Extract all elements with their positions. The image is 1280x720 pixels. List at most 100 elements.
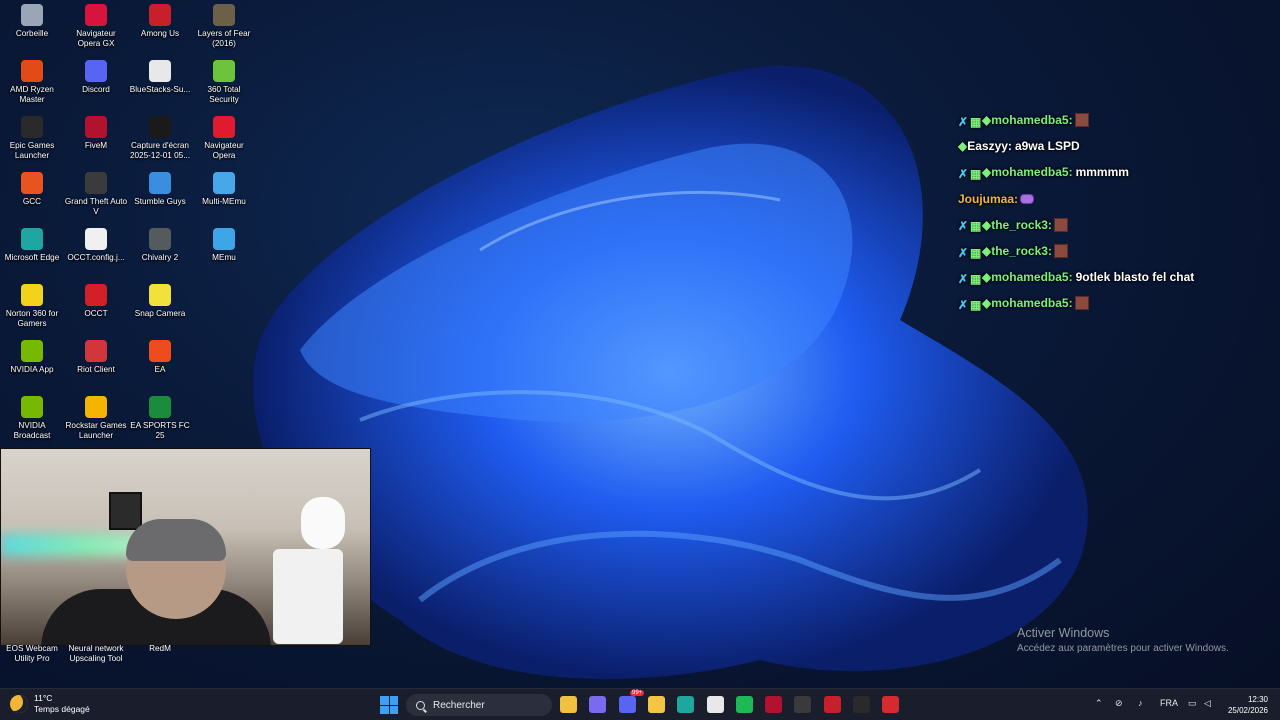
desktop-icon[interactable]: Rockstar Games Launcher — [64, 392, 128, 448]
desktop-icon[interactable]: Navigateur Opera GX — [64, 0, 128, 56]
activate-windows-watermark: Activer Windows Accédez aux paramètres p… — [1017, 626, 1229, 654]
desktop-icon[interactable]: Navigateur Opera — [192, 112, 256, 168]
desktop-icon-label: Capture d'écran 2025-12-01 05... — [129, 141, 191, 160]
system-clock[interactable]: 12:30 25/02/2026 — [1228, 694, 1268, 716]
chat-username: mohamedba5: — [991, 270, 1073, 285]
sword-badge-icon: ✗ — [958, 114, 969, 129]
nvidia-broadcast-icon — [21, 396, 43, 418]
store-icon[interactable] — [706, 696, 724, 713]
sword-badge-icon: ✗ — [958, 271, 969, 286]
snap-camera-icon — [149, 284, 171, 306]
eos-webcam-label[interactable]: EOS Webcam Utility Pro — [0, 644, 64, 664]
desktop-icon-label: Epic Games Launcher — [9, 141, 55, 160]
amd-ryzen-icon — [21, 60, 43, 82]
opera-icon — [213, 116, 235, 138]
desktop-icon[interactable]: EA SPORTS FC 25 — [128, 392, 192, 448]
obs-icon[interactable] — [794, 696, 812, 713]
desktop-icon[interactable]: Discord — [64, 56, 128, 112]
diamond-badge-icon: ◆ — [982, 296, 992, 311]
microphone-icon[interactable]: ♪ — [1138, 698, 1143, 708]
chivalry-icon — [149, 228, 171, 250]
roblox-icon[interactable] — [823, 696, 841, 713]
redm-label[interactable]: RedM — [128, 644, 192, 654]
desktop-icon[interactable]: Stumble Guys — [128, 168, 192, 224]
chat-message: ✗ ▦ ◆ the_rock3: — [958, 215, 1068, 235]
desktop-icon[interactable]: Epic Games Launcher — [0, 112, 64, 168]
desktop-icon[interactable]: Microsoft Edge — [0, 224, 64, 280]
chat-message: Joujumaa: — [958, 189, 1035, 209]
search-box[interactable]: Rechercher — [406, 694, 552, 716]
desktop-icon[interactable]: Among Us — [128, 0, 192, 56]
air-cooler — [273, 549, 343, 644]
diamond-badge-icon: ◆ — [982, 217, 992, 232]
language-indicator[interactable]: FRA — [1160, 698, 1178, 708]
network-icon[interactable]: ⊘ — [1115, 698, 1123, 709]
sub-badge-icon: ▦ — [970, 245, 982, 260]
desktop-icon[interactable]: Snap Camera — [128, 280, 192, 336]
edge-icon — [21, 228, 43, 250]
copilot-icon[interactable] — [589, 696, 607, 713]
desktop-icon-label: OCCT — [84, 309, 108, 318]
chat-message: ◆ Easzyy: a9wa LSPD — [958, 136, 1080, 156]
weather-widget[interactable]: 11°C Temps dégagé — [10, 693, 90, 715]
desktop-icon[interactable]: EA — [128, 336, 192, 392]
chat-username: Joujumaa: — [958, 191, 1019, 206]
desktop-icon[interactable]: OCCT.config.j... — [64, 224, 128, 280]
desktop-icon[interactable]: Norton 360 for Gamers — [0, 280, 64, 336]
webcam-overlay — [0, 448, 371, 646]
sword-badge-icon: ✗ — [958, 245, 969, 260]
start-button[interactable] — [380, 696, 398, 714]
desktop-icon-label: BlueStacks-Su... — [129, 85, 191, 94]
diamond-badge-icon: ◆ — [982, 165, 992, 180]
rockstar-icon — [85, 396, 107, 418]
diamond-badge-icon: ◆ — [958, 139, 968, 154]
desktop-icon[interactable]: NVIDIA App — [0, 336, 64, 392]
discord-icon[interactable] — [618, 696, 636, 713]
desktop-icon[interactable]: Capture d'écran 2025-12-01 05... — [128, 112, 192, 168]
spotify-icon[interactable] — [735, 696, 753, 713]
gta-icon — [85, 172, 107, 194]
desktop-icon-label: EA — [154, 365, 166, 374]
desktop-icon[interactable]: Chivalry 2 — [128, 224, 192, 280]
neural-upscaling-label[interactable]: Neural network Upscaling Tool — [64, 644, 128, 664]
chat-username: mohamedba5: — [991, 113, 1073, 127]
memu-multi-icon — [213, 172, 235, 194]
riot-icon — [85, 340, 107, 362]
desktop-icon[interactable]: 360 Total Security — [192, 56, 256, 112]
desktop-icon[interactable]: Multi-MEmu — [192, 168, 256, 224]
desktop-icon-grid: Corbeille Navigateur Opera GX Among Us Laye… — [0, 0, 256, 448]
desktop-icon[interactable]: BlueStacks-Su... — [128, 56, 192, 112]
chat-message: ✗ ▦ ◆ mohamedba5: mmmmm — [958, 162, 1129, 182]
display-icon[interactable]: ▭ — [1188, 698, 1197, 709]
file-icon — [149, 60, 171, 82]
desktop-icon-label: Grand Theft Auto V — [64, 197, 128, 216]
file-icon — [85, 228, 107, 250]
desktop-icon[interactable]: FiveM — [64, 112, 128, 168]
ea-icon — [149, 340, 171, 362]
chat-message: ✗ ▦ ◆ mohamedba5: — [958, 293, 1089, 313]
windows-logo-icon — [380, 696, 389, 705]
redm-icon[interactable] — [882, 696, 900, 713]
pepe-emote-icon — [1053, 217, 1068, 232]
desktop-icon[interactable]: Corbeille — [0, 0, 64, 56]
desktop-icon[interactable]: NVIDIA Broadcast — [0, 392, 64, 448]
desktop-icon[interactable]: AMD Ryzen Master — [0, 56, 64, 112]
volume-icon[interactable]: ◁ — [1204, 698, 1211, 709]
edge-icon[interactable] — [677, 696, 695, 713]
desktop-icon[interactable]: OCCT — [64, 280, 128, 336]
desktop-icon[interactable]: MEmu — [192, 224, 256, 280]
desktop-icon[interactable]: Layers of Fear (2016) — [192, 0, 256, 56]
taskbar: 11°C Temps dégagé Rechercher 99+ ⌃ ⊘ ♪ F… — [0, 688, 1280, 720]
watermark-subtitle: Accédez aux paramètres pour activer Wind… — [1017, 643, 1229, 654]
desktop-icon[interactable]: Grand Theft Auto V — [64, 168, 128, 224]
file-explorer-icon[interactable] — [560, 696, 577, 713]
watermark-title: Activer Windows — [1017, 626, 1110, 640]
layers-of-fear-icon — [213, 4, 235, 26]
desktop-icon[interactable]: Riot Client — [64, 336, 128, 392]
desktop-icon[interactable]: GCC — [0, 168, 64, 224]
show-hidden-icons-chevron-icon[interactable]: ⌃ — [1095, 698, 1103, 709]
desktop-icon-label: Riot Client — [77, 365, 115, 374]
folder-icon[interactable] — [647, 696, 665, 713]
fivem-icon[interactable] — [765, 696, 783, 713]
streamlabs-icon[interactable] — [853, 696, 870, 713]
